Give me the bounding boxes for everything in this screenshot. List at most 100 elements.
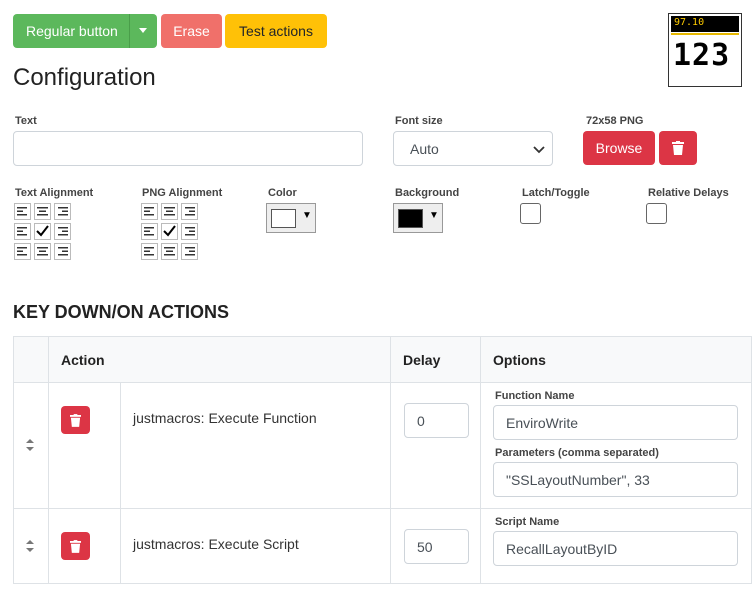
script-name-input[interactable]: RecallLayoutByID	[493, 531, 738, 566]
options-cell: Script Name RecallLayoutByID	[480, 508, 752, 584]
color-label: Color	[268, 187, 297, 199]
delete-action-button[interactable]	[61, 532, 90, 560]
align-center-icon	[37, 247, 48, 256]
align-bottom-center[interactable]	[34, 243, 51, 260]
options-cell: Function Name EnviroWrite Parameters (co…	[480, 382, 752, 509]
preview-main-text: 123	[673, 38, 731, 73]
font-size-label: Font size	[395, 115, 443, 127]
handle-column-header	[13, 336, 49, 383]
latch-toggle-label: Latch/Toggle	[522, 187, 590, 199]
delay-input[interactable]: 0	[404, 403, 469, 438]
erase-button[interactable]: Erase	[161, 14, 222, 48]
parameters-input[interactable]: "SSLayoutNumber", 33	[493, 462, 738, 497]
png-label: 72x58 PNG	[586, 115, 644, 127]
background-picker[interactable]: ▼	[393, 203, 443, 233]
delay-column-header: Delay	[390, 336, 481, 383]
test-actions-button[interactable]: Test actions	[225, 14, 327, 48]
align-center-icon	[164, 207, 175, 216]
align-top-right[interactable]	[54, 203, 71, 220]
align-top-center[interactable]	[34, 203, 51, 220]
parameters-label: Parameters (comma separated)	[495, 447, 659, 459]
font-size-select[interactable]: Auto	[393, 131, 553, 166]
png-align-bottom-center[interactable]	[161, 243, 178, 260]
chevron-down-icon	[533, 146, 545, 154]
color-swatch	[271, 209, 296, 228]
drag-handle-cell[interactable]	[13, 508, 49, 584]
align-right-icon	[58, 207, 68, 216]
delay-input[interactable]: 50	[404, 529, 469, 564]
browse-button[interactable]: Browse	[583, 131, 655, 165]
table-row: justmacros: Execute Function 0 Function …	[13, 382, 752, 509]
delete-cell	[48, 508, 121, 584]
action-column-header: Action	[48, 336, 391, 383]
script-name-label: Script Name	[495, 516, 560, 528]
checkmark-icon	[36, 225, 49, 237]
align-top-left[interactable]	[14, 203, 31, 220]
png-alignment-grid	[141, 203, 199, 261]
align-left-icon	[17, 207, 27, 216]
regular-button-label: Regular button	[26, 23, 118, 39]
align-center-icon	[164, 247, 175, 256]
align-right-icon	[58, 247, 68, 256]
text-label: Text	[15, 115, 37, 127]
delete-png-button[interactable]	[659, 131, 697, 165]
text-input[interactable]	[13, 131, 363, 166]
action-name-cell: justmacros: Execute Script	[120, 508, 391, 584]
align-middle-center[interactable]	[34, 223, 51, 240]
text-alignment-label: Text Alignment	[15, 187, 94, 199]
action-header-label: Action	[61, 351, 105, 368]
latch-toggle-checkbox[interactable]	[520, 203, 541, 224]
text-alignment-grid	[14, 203, 72, 261]
png-align-bottom-right[interactable]	[181, 243, 198, 260]
table-row: justmacros: Execute Script 50 Script Nam…	[13, 508, 752, 584]
page-title: Configuration	[13, 64, 156, 91]
align-left-icon	[144, 207, 154, 216]
png-align-middle-left[interactable]	[141, 223, 158, 240]
delay-cell: 0	[390, 382, 481, 509]
relative-delays-checkbox[interactable]	[646, 203, 667, 224]
font-size-value: Auto	[410, 140, 439, 157]
align-middle-right[interactable]	[54, 223, 71, 240]
color-picker[interactable]: ▼	[266, 203, 316, 233]
function-name-label: Function Name	[495, 390, 575, 402]
png-align-top-center[interactable]	[161, 203, 178, 220]
background-swatch	[398, 209, 423, 228]
options-header-label: Options	[493, 351, 546, 368]
sort-handle-icon	[26, 540, 34, 552]
trash-icon	[70, 413, 81, 427]
actions-table: Action Delay Options justmacros: Execute…	[13, 336, 752, 584]
delete-action-button[interactable]	[61, 406, 90, 434]
actions-heading: KEY DOWN/ON ACTIONS	[13, 302, 230, 322]
png-align-middle-right[interactable]	[181, 223, 198, 240]
align-left-icon	[17, 247, 27, 256]
caret-down-icon: ▼	[302, 210, 312, 221]
align-left-icon	[144, 227, 154, 236]
png-alignment-label: PNG Alignment	[142, 187, 223, 199]
delay-cell: 50	[390, 508, 481, 584]
preview-top-text: 97.10	[674, 17, 705, 28]
caret-down-icon[interactable]	[139, 28, 147, 33]
png-align-top-left[interactable]	[141, 203, 158, 220]
drag-handle-cell[interactable]	[13, 382, 49, 509]
png-align-middle-center[interactable]	[161, 223, 178, 240]
table-header-row: Action Delay Options	[13, 336, 752, 383]
relative-delays-label: Relative Delays	[648, 187, 729, 199]
function-name-input[interactable]: EnviroWrite	[493, 405, 738, 440]
png-align-top-right[interactable]	[181, 203, 198, 220]
png-align-bottom-left[interactable]	[141, 243, 158, 260]
align-right-icon	[185, 207, 195, 216]
key-preview: 97.10 123	[668, 13, 742, 87]
align-bottom-left[interactable]	[14, 243, 31, 260]
action-name: justmacros: Execute Script	[133, 536, 299, 552]
align-bottom-right[interactable]	[54, 243, 71, 260]
align-left-icon	[144, 247, 154, 256]
delay-header-label: Delay	[403, 351, 441, 368]
align-center-icon	[37, 207, 48, 216]
delete-cell	[48, 382, 121, 509]
align-middle-left[interactable]	[14, 223, 31, 240]
align-right-icon	[185, 227, 195, 236]
action-name-cell: justmacros: Execute Function	[120, 382, 391, 509]
regular-button[interactable]: Regular button	[13, 14, 157, 48]
background-label: Background	[395, 187, 460, 199]
trash-icon	[672, 141, 684, 155]
